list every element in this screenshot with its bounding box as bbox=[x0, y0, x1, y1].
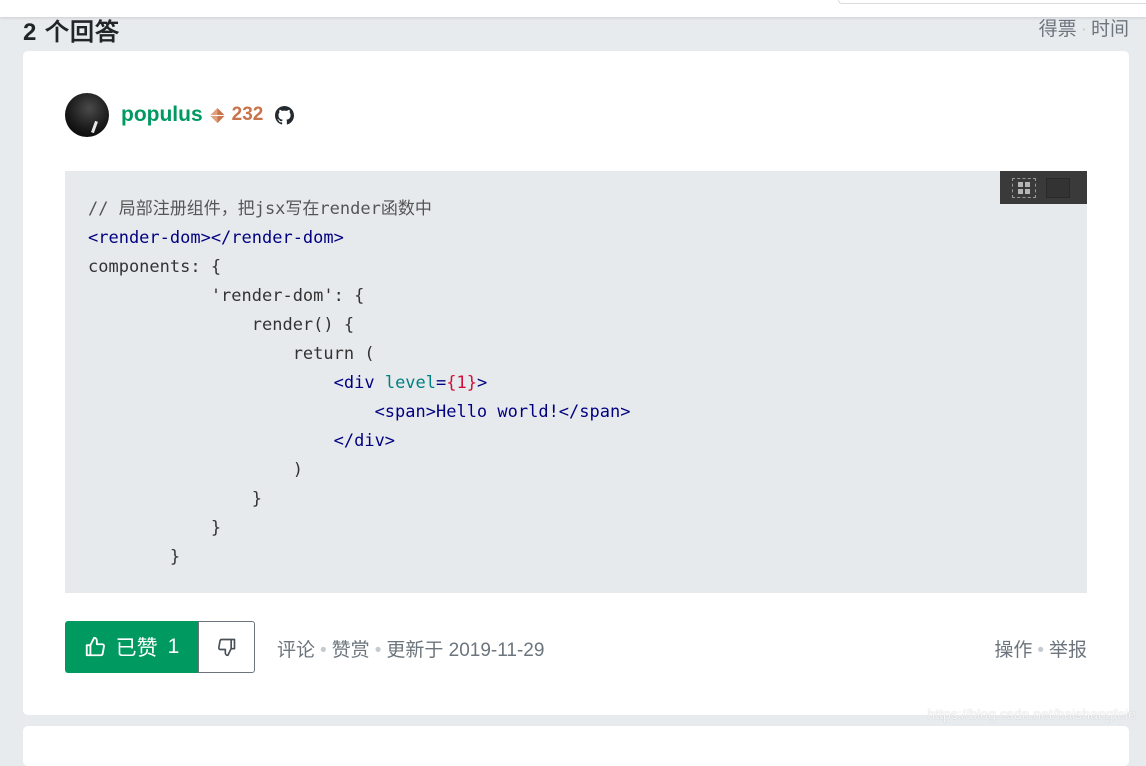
code-block: // 局部注册组件，把jsx写在render函数中 <render-dom></… bbox=[65, 171, 1087, 593]
code-line-4: 'render-dom': { bbox=[88, 286, 365, 306]
code-line-7: <div level={1}> bbox=[333, 373, 488, 393]
like-count: 1 bbox=[167, 635, 180, 658]
reputation-icon bbox=[209, 107, 225, 123]
answer-footer: 已赞 1 评论 • 赞赏 • 更新于 2019-11-29 操作 • 举报 bbox=[65, 621, 1087, 673]
comment-link[interactable]: 评论 bbox=[277, 640, 315, 661]
reward-link[interactable]: 赞赏 bbox=[332, 640, 370, 661]
sort-options: 得票 · 时间 bbox=[1039, 14, 1129, 41]
code-line-12: } bbox=[88, 518, 222, 538]
code-line-8: <span>Hello world!</span> bbox=[88, 402, 631, 422]
code-line-11: } bbox=[88, 489, 262, 509]
github-icon[interactable] bbox=[275, 105, 295, 125]
thumbs-down-icon bbox=[217, 638, 235, 657]
answer-actions: 操作 • 举报 bbox=[994, 635, 1087, 662]
code-line-9: </div> bbox=[88, 431, 396, 451]
thumbs-up-icon bbox=[85, 636, 105, 657]
author-name[interactable]: populus bbox=[121, 103, 203, 127]
view-source-button[interactable] bbox=[1012, 177, 1036, 198]
separator-dot: • bbox=[1037, 640, 1044, 661]
code-content: // 局部注册组件，把jsx写在render函数中 <render-dom></… bbox=[88, 195, 630, 572]
copy-code-button[interactable] bbox=[1046, 177, 1070, 198]
answer-author: populus 232 bbox=[65, 93, 295, 137]
code-line-6: return ( bbox=[88, 344, 375, 364]
separator-dot: • bbox=[374, 640, 382, 661]
code-line-10: ) bbox=[88, 460, 303, 480]
separator-dot: · bbox=[1080, 19, 1087, 40]
vote-group: 已赞 1 bbox=[65, 621, 255, 673]
answer-card: populus 232 // 局部注册组件，把jsx写在render函数中 <r… bbox=[23, 51, 1129, 715]
report-link[interactable]: 举报 bbox=[1049, 640, 1087, 661]
search-input[interactable] bbox=[838, 0, 1146, 4]
dislike-button[interactable] bbox=[198, 621, 255, 673]
code-toolbar bbox=[1000, 171, 1087, 204]
like-label: 已赞 bbox=[115, 637, 158, 660]
avatar[interactable] bbox=[65, 93, 109, 137]
code-line-1: // 局部注册组件，把jsx写在render函数中 bbox=[88, 199, 432, 219]
top-navbar bbox=[0, 0, 1146, 17]
actions-menu[interactable]: 操作 bbox=[994, 640, 1032, 661]
code-line-5: render() { bbox=[88, 315, 355, 335]
code-line-2: <render-dom></render-dom> bbox=[88, 228, 344, 248]
answers-count: 2 个回答 bbox=[23, 19, 121, 46]
separator-dot: • bbox=[320, 640, 327, 661]
next-answer-card bbox=[23, 726, 1129, 766]
code-line-13: } bbox=[88, 547, 181, 567]
code-line-3: components: { bbox=[88, 257, 222, 277]
updated-time: 更新于 2019-11-29 bbox=[386, 640, 545, 661]
answer-meta: 评论 • 赞赏 • 更新于 2019-11-29 bbox=[277, 635, 544, 662]
grid-icon bbox=[1018, 181, 1030, 194]
like-button[interactable]: 已赞 1 bbox=[65, 621, 198, 673]
reputation-score: 232 bbox=[231, 104, 264, 125]
watermark-text: https://blog.csdn.net/haishangfeie bbox=[927, 706, 1136, 722]
sort-by-time[interactable]: 时间 bbox=[1091, 19, 1129, 40]
sort-by-votes[interactable]: 得票 bbox=[1039, 19, 1077, 40]
